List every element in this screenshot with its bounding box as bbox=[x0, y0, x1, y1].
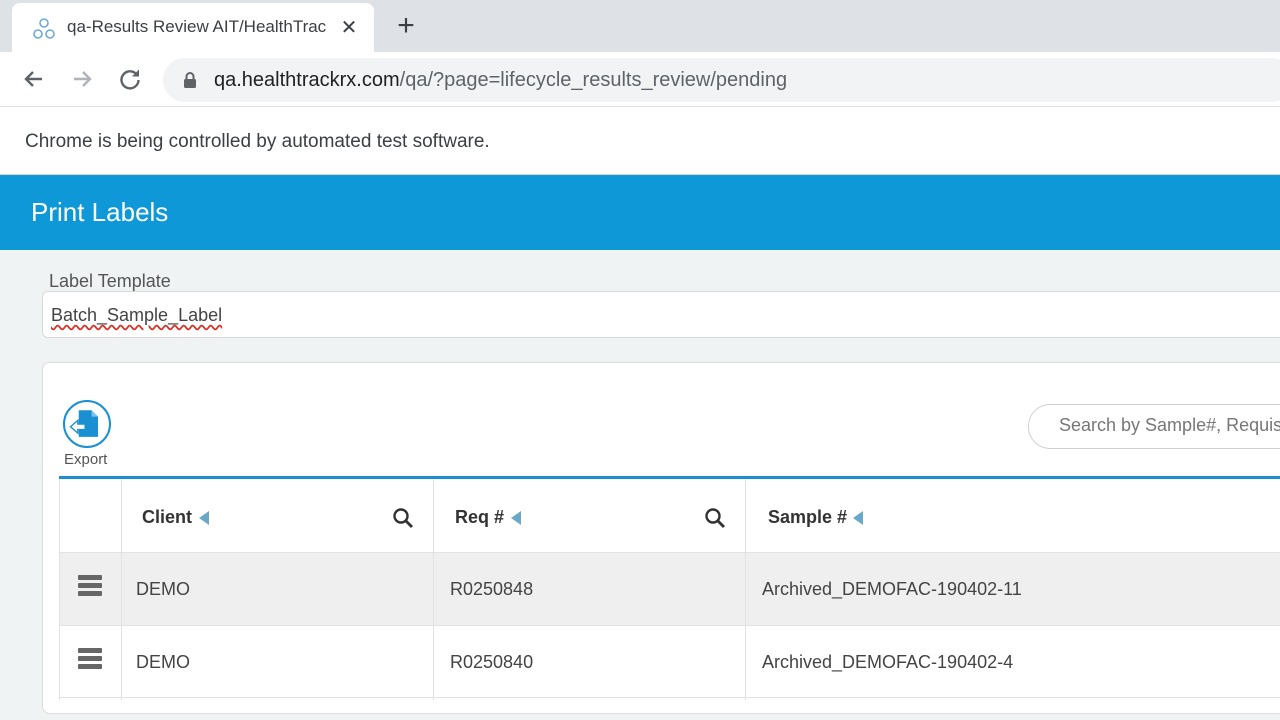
search-req-icon[interactable] bbox=[704, 507, 726, 529]
cell-sample: Archived_DEMOFAC-190402-11 bbox=[762, 579, 1022, 599]
column-header-client[interactable]: Client bbox=[142, 507, 192, 528]
healthtrack-favicon-icon bbox=[33, 18, 55, 39]
sort-sample-icon[interactable] bbox=[853, 511, 863, 525]
new-tab-button[interactable]: + bbox=[392, 11, 420, 42]
label-template-field[interactable]: Batch_Sample_Label bbox=[42, 291, 1280, 338]
lock-icon[interactable] bbox=[183, 72, 197, 88]
cell-req: R0250840 bbox=[450, 652, 534, 672]
sample-search-box[interactable] bbox=[1028, 404, 1280, 449]
url-host: qa.healthtrackrx.com bbox=[214, 69, 400, 91]
column-divider bbox=[121, 479, 122, 700]
column-header-sample[interactable]: Sample # bbox=[768, 507, 847, 528]
column-header-req[interactable]: Req # bbox=[455, 507, 504, 528]
forward-arrow-icon[interactable] bbox=[68, 65, 96, 93]
cell-client: DEMO bbox=[136, 652, 190, 672]
tab-title: qa-Results Review AIT/HealthTrac bbox=[67, 17, 327, 36]
page-content: Print Labels Label Template Batch_Sample… bbox=[0, 175, 1280, 720]
sample-search-input[interactable] bbox=[1059, 415, 1280, 436]
row-menu-icon[interactable] bbox=[78, 575, 102, 601]
url-text[interactable]: qa.healthtrackrx.com/qa/?page=lifecycle_… bbox=[214, 69, 787, 92]
row-menu-icon[interactable] bbox=[78, 648, 102, 674]
table-row[interactable]: DEMO R0250840 Archived_DEMOFAC-190402-4 bbox=[59, 625, 1280, 698]
back-arrow-icon[interactable] bbox=[20, 65, 48, 93]
browser-toolbar: qa.healthtrackrx.com/qa/?page=lifecycle_… bbox=[0, 52, 1280, 107]
close-tab-icon[interactable]: ✕ bbox=[338, 15, 360, 41]
infobar-text: Chrome is being controlled by automated … bbox=[25, 131, 490, 152]
label-template-label: Label Template bbox=[49, 271, 171, 291]
reload-icon[interactable] bbox=[116, 65, 144, 93]
sort-req-icon[interactable] bbox=[511, 511, 521, 525]
export-button[interactable] bbox=[63, 400, 111, 448]
browser-tab[interactable]: qa-Results Review AIT/HealthTrac ✕ bbox=[12, 3, 374, 52]
automation-infobar: Chrome is being controlled by automated … bbox=[0, 108, 1280, 175]
column-divider bbox=[745, 479, 746, 700]
address-bar[interactable]: qa.healthtrackrx.com/qa/?page=lifecycle_… bbox=[163, 58, 1280, 102]
table-header-row: Client Req # Sample # bbox=[59, 479, 1280, 552]
export-label: Export bbox=[64, 451, 108, 468]
results-panel: Export Client Req # Sample # bbox=[42, 362, 1280, 714]
table-row[interactable]: DEMO R0250848 Archived_DEMOFAC-190402-11 bbox=[59, 552, 1280, 625]
browser-tab-strip: qa-Results Review AIT/HealthTrac ✕ + bbox=[0, 0, 1280, 52]
samples-table: Client Req # Sample # DEMO R0250848 Arch… bbox=[59, 476, 1280, 700]
cell-req: R0250848 bbox=[450, 579, 534, 599]
modal-title: Print Labels bbox=[31, 197, 169, 227]
column-divider bbox=[433, 479, 434, 700]
column-divider bbox=[59, 479, 60, 700]
search-client-icon[interactable] bbox=[392, 507, 414, 529]
url-path: /qa/?page=lifecycle_results_review/pendi… bbox=[399, 69, 788, 91]
modal-header: Print Labels bbox=[0, 175, 1280, 250]
export-file-icon bbox=[69, 410, 98, 437]
cell-sample: Archived_DEMOFAC-190402-4 bbox=[762, 652, 1014, 672]
sort-client-icon[interactable] bbox=[199, 511, 209, 525]
label-template-value: Batch_Sample_Label bbox=[51, 305, 223, 325]
cell-client: DEMO bbox=[136, 579, 190, 599]
